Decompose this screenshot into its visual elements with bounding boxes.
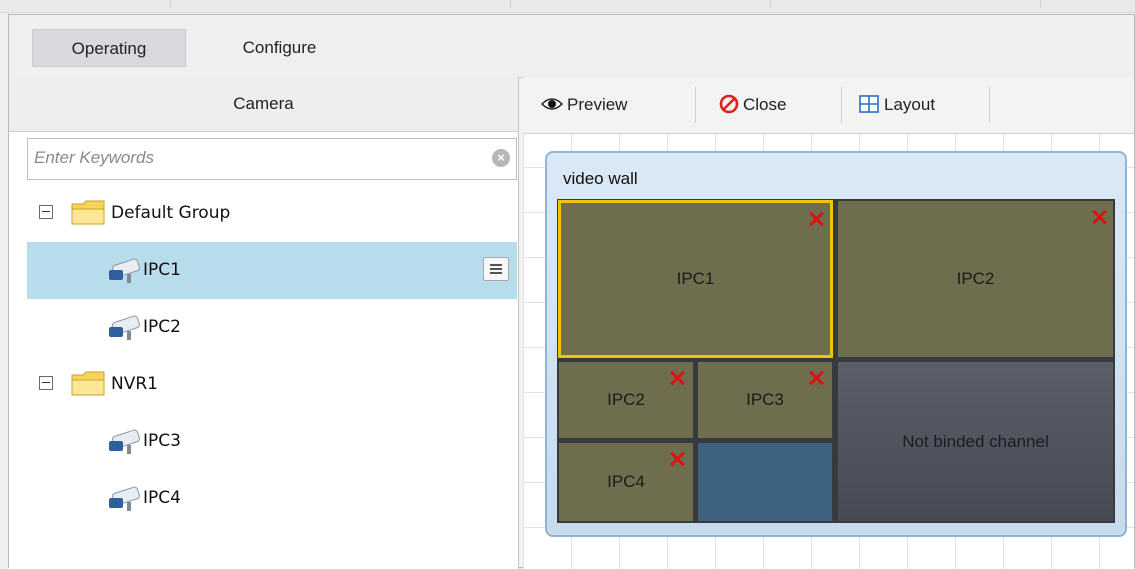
tree-group-label: NVR1 [111, 374, 158, 394]
tree-group-nvr1[interactable]: NVR1 [27, 356, 517, 413]
wall-cell-unbound[interactable]: Not binded channel [837, 361, 1114, 522]
wall-cell-label: IPC2 [607, 390, 645, 409]
wall-screen-grid: IPC1 IPC2 IPC2 IPC3 IPC4 Not binded chan… [557, 199, 1115, 523]
strip-divider [1040, 0, 1041, 8]
main-frame: Operating Configure Camera × Default Gro… [8, 14, 1135, 569]
toolbar-divider [989, 87, 990, 123]
close-button[interactable]: Close [719, 77, 786, 133]
camera-icon [109, 258, 140, 283]
strip-divider [170, 0, 171, 8]
collapse-icon[interactable] [39, 376, 53, 390]
tree-item-label: IPC3 [143, 431, 181, 451]
tree-item-ipc2[interactable]: IPC2 [27, 299, 517, 356]
wall-cell-label: IPC4 [607, 472, 645, 491]
tree-item-ipc1[interactable]: IPC1 [27, 242, 517, 299]
top-strip [0, 0, 1135, 13]
no-entry-icon [719, 94, 739, 114]
toolbar-divider [695, 87, 696, 123]
search-box: × [27, 138, 517, 180]
wall-cell-label: IPC2 [956, 269, 995, 288]
video-wall-title: video wall [563, 169, 638, 188]
toolbar: Preview Close Layout [523, 77, 1134, 134]
close-x-icon[interactable] [808, 370, 824, 386]
video-wall-panel: Preview Close Layout video wall IPC1 IPC… [523, 77, 1134, 569]
toolbar-divider [841, 87, 842, 123]
preview-label: Preview [567, 95, 628, 114]
grid-layout-icon [859, 95, 879, 113]
preview-button[interactable]: Preview [540, 77, 628, 133]
layout-label: Layout [884, 95, 936, 114]
strip-divider [770, 0, 771, 8]
folder-icon [71, 371, 105, 396]
eye-icon [540, 98, 564, 110]
wall-cell-ipc2-small[interactable]: IPC2 [558, 361, 694, 439]
tab-bar: Operating Configure [9, 15, 1134, 78]
camera-panel-title: Camera [9, 77, 518, 132]
tree-item-ipc3[interactable]: IPC3 [27, 413, 517, 470]
wall-cell-empty[interactable] [697, 442, 833, 522]
tab-configure[interactable]: Configure [212, 29, 347, 67]
list-menu-icon[interactable] [483, 257, 509, 281]
camera-icon [109, 429, 140, 454]
tree-item-label: IPC4 [143, 488, 181, 508]
tree-group-label: Default Group [111, 203, 231, 223]
camera-icon [109, 315, 140, 340]
strip-divider [510, 0, 511, 8]
tree-item-ipc4[interactable]: IPC4 [27, 470, 517, 527]
close-x-icon[interactable] [808, 211, 824, 227]
wall-cell-ipc2[interactable]: IPC2 [837, 200, 1114, 358]
close-label: Close [743, 95, 787, 114]
close-x-icon[interactable] [669, 451, 685, 467]
wall-cell-label: Not binded channel [902, 432, 1049, 451]
camera-icon [109, 486, 140, 511]
wall-cell-ipc1[interactable]: IPC1 [558, 200, 833, 358]
search-input[interactable] [28, 139, 474, 177]
tree-item-label: IPC2 [143, 317, 181, 337]
wall-cell-label: IPC1 [676, 269, 715, 288]
layout-button[interactable]: Layout [859, 77, 935, 133]
wall-cell-label: IPC3 [746, 390, 784, 409]
close-x-icon[interactable] [669, 370, 685, 386]
clear-search-icon[interactable]: × [492, 149, 510, 167]
tree-group-default[interactable]: Default Group [27, 185, 517, 242]
wall-cell-ipc4[interactable]: IPC4 [558, 442, 694, 522]
close-x-icon[interactable] [1091, 209, 1107, 225]
camera-panel: Camera × Default Group IPC1 [9, 77, 519, 569]
tree-item-label: IPC1 [143, 260, 181, 280]
video-wall: video wall IPC1 IPC2 IPC2 IPC3 IPC4 Not … [545, 151, 1127, 537]
wall-cell-ipc3[interactable]: IPC3 [697, 361, 833, 439]
collapse-icon[interactable] [39, 205, 53, 219]
folder-icon [71, 200, 105, 225]
tab-operating[interactable]: Operating [32, 29, 186, 67]
